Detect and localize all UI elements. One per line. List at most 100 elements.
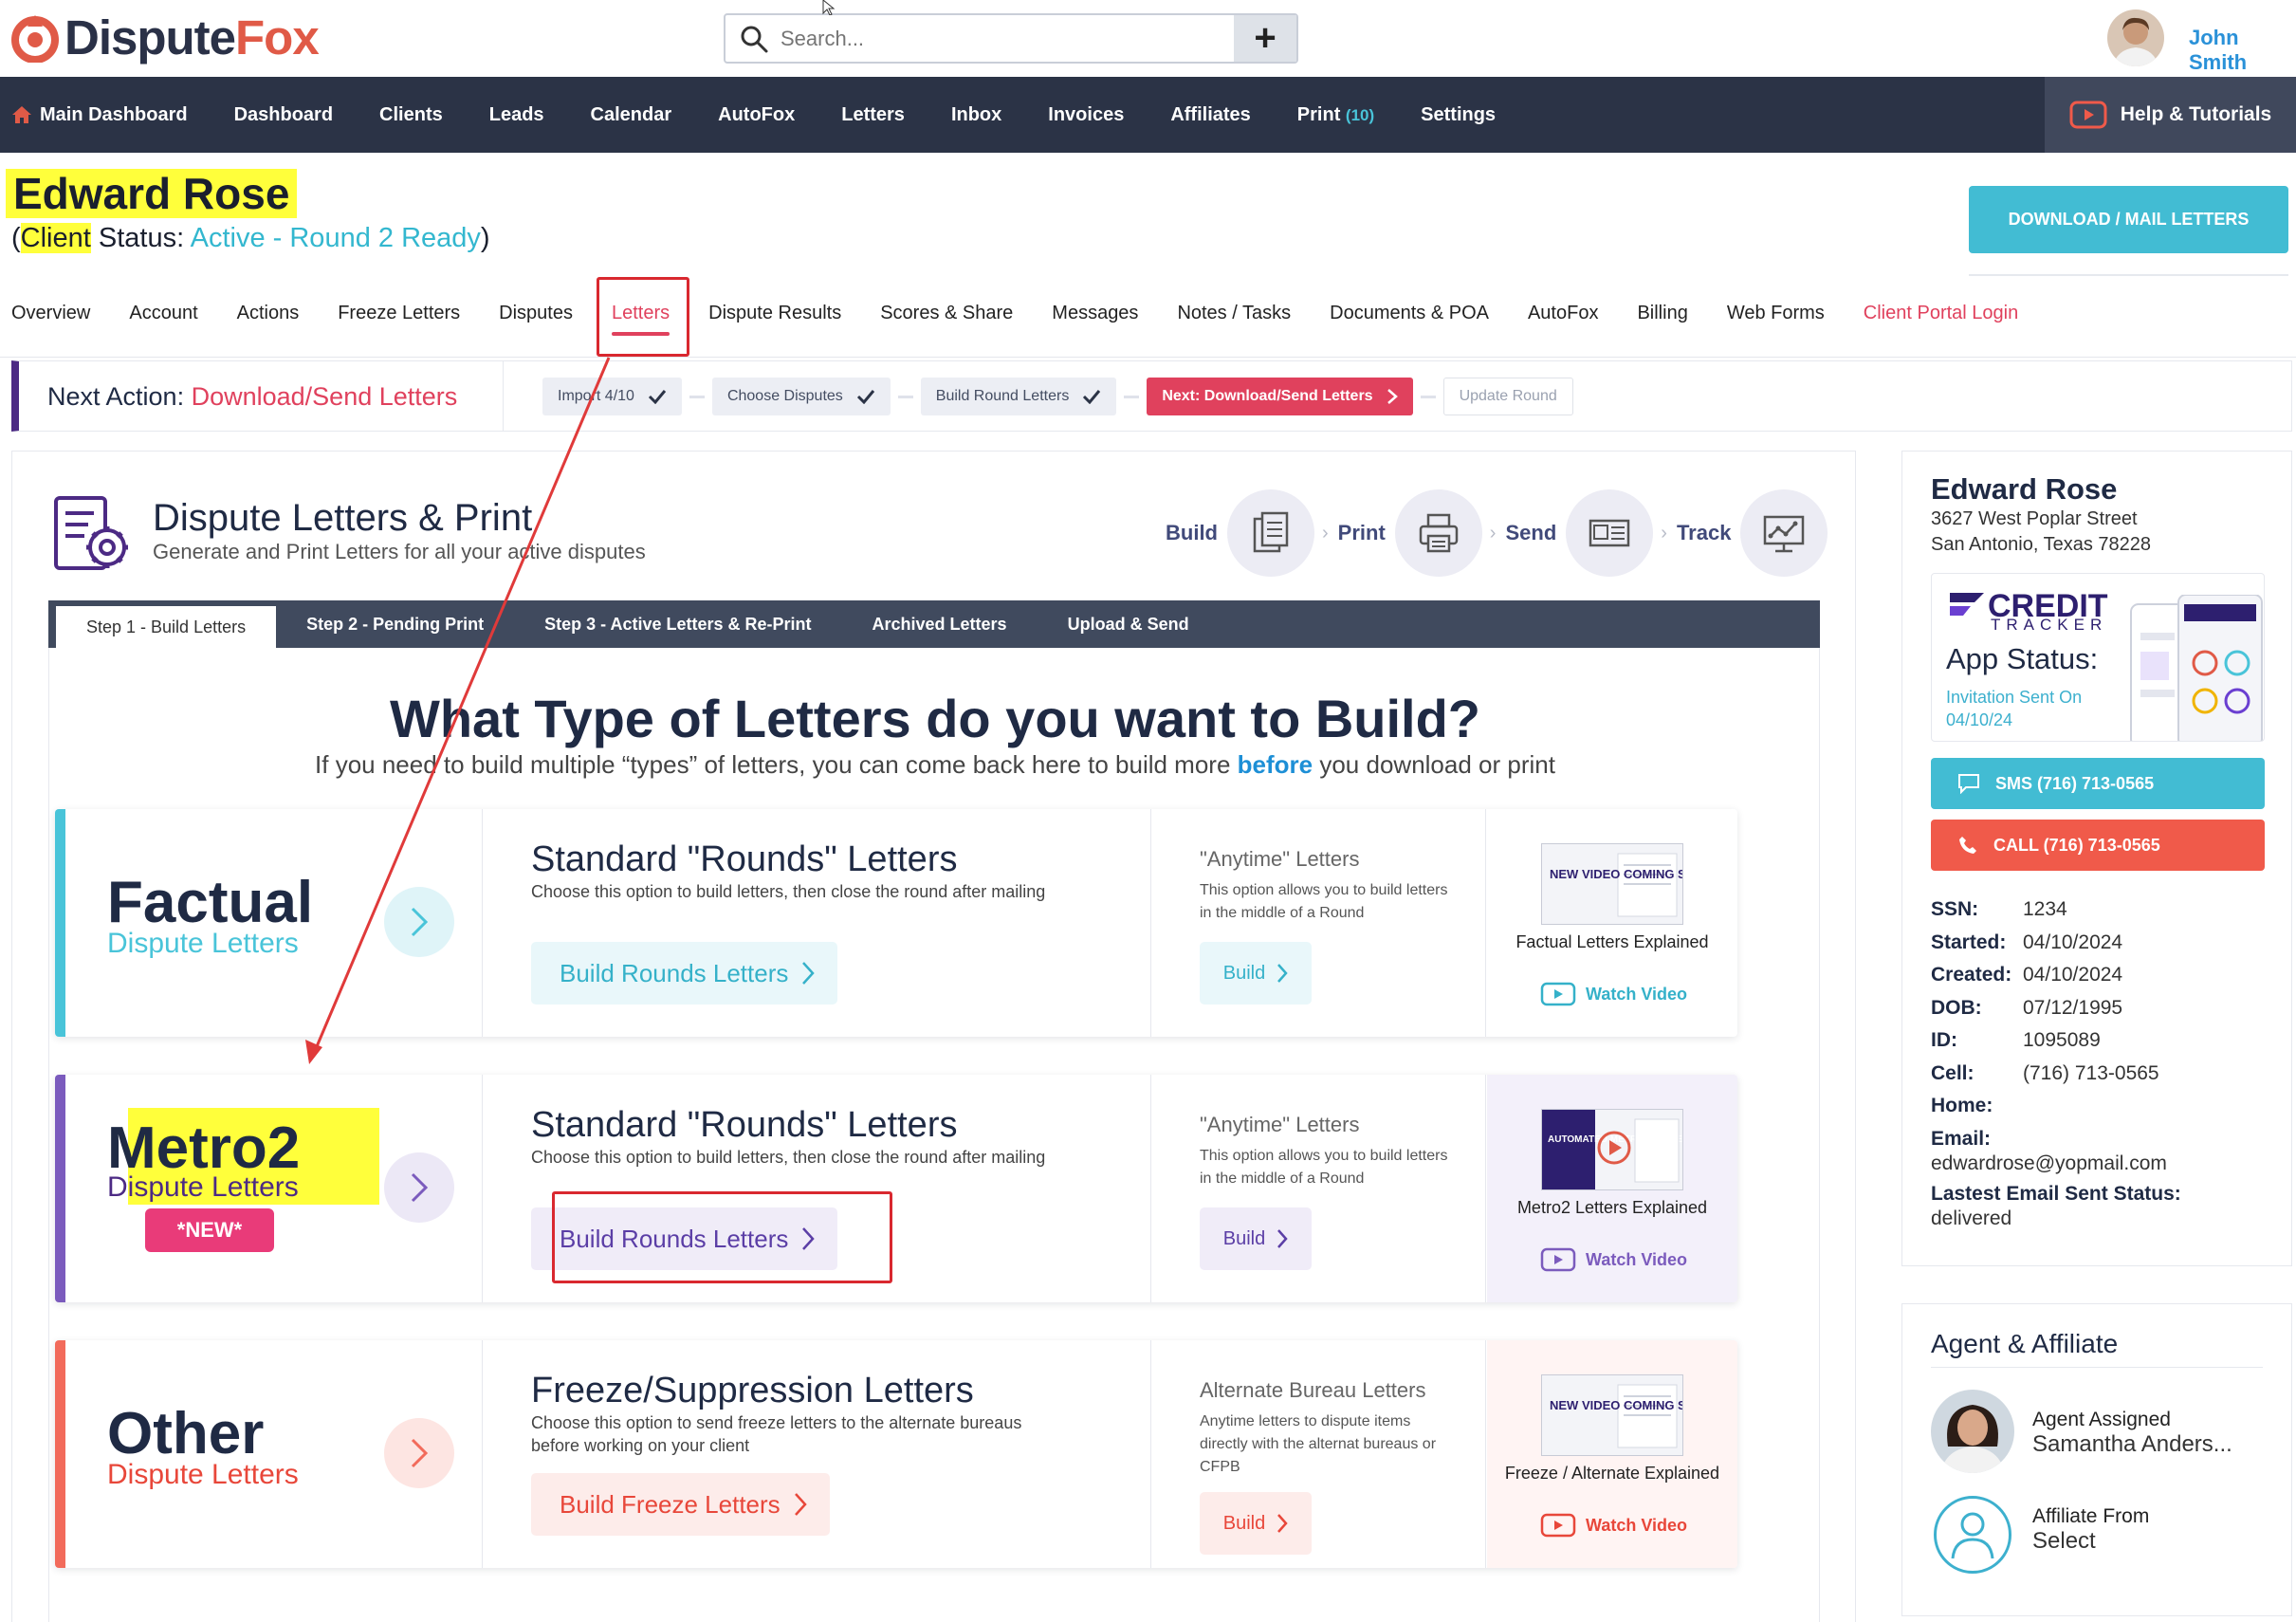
affiliate-from-label: Affiliate From: [2032, 1505, 2150, 1527]
build-freeze-letters-button[interactable]: Build Freeze Letters: [531, 1473, 830, 1536]
button-label: Build: [1222, 1512, 1266, 1534]
card-video-section: AUTOMATED METRO2 LETTERS Metro2 Letters …: [1487, 1075, 1737, 1302]
user-avatar[interactable]: [2107, 9, 2164, 66]
tab-disputes[interactable]: Disputes: [499, 303, 573, 324]
credit-tracker-card[interactable]: CREDIT TRACKER App Status: Invitation Se…: [1931, 573, 2265, 742]
call-button[interactable]: CALL (716) 713-0565: [1931, 820, 2265, 871]
card-type-title: Factual: [107, 870, 314, 935]
card-go-button[interactable]: [384, 1418, 454, 1488]
subtab-active-letters[interactable]: Step 3 - Active Letters & Re-Print: [514, 600, 841, 648]
brand-tracker: TRACKER: [1991, 616, 2108, 634]
sms-button[interactable]: SMS (716) 713-0565: [1931, 758, 2265, 809]
card-accent-bar: [55, 809, 65, 1037]
tab-messages[interactable]: Messages: [1052, 303, 1138, 324]
nav-settings[interactable]: Settings: [1421, 104, 1496, 126]
email-value[interactable]: edwardrose@yopmail.com: [1931, 1152, 2167, 1174]
watch-video-link[interactable]: Watch Video: [1540, 1513, 1687, 1538]
documents-icon: [1253, 511, 1289, 553]
nav-dashboard[interactable]: Dashboard: [234, 104, 333, 126]
chevron-right-icon: [1387, 389, 1398, 404]
tab-billing[interactable]: Billing: [1637, 303, 1687, 324]
subtab-upload-send[interactable]: Upload & Send: [1038, 600, 1220, 648]
user-photo-icon: [2107, 9, 2164, 66]
letters-tab-highlight-box: [597, 277, 689, 357]
search-input[interactable]: [781, 26, 1198, 51]
build-rounds-letters-button[interactable]: Build Rounds Letters: [531, 942, 838, 1005]
step-import[interactable]: Import 4/10: [542, 378, 682, 415]
card-anytime-section: "Anytime" Letters This option allows you…: [1152, 809, 1486, 1037]
tab-dispute-results[interactable]: Dispute Results: [708, 303, 841, 324]
tab-web-forms[interactable]: Web Forms: [1727, 303, 1825, 324]
help-tutorials-button[interactable]: Help & Tutorials: [2045, 77, 2296, 153]
card-go-button[interactable]: [384, 1152, 454, 1223]
video-thumbnail[interactable]: NEW VIDEO COMING SOON!: [1541, 1374, 1683, 1456]
card-type-title: Metro2: [107, 1115, 301, 1181]
nav-print[interactable]: Print (10): [1297, 104, 1374, 126]
tab-notes-tasks[interactable]: Notes / Tasks: [1177, 303, 1291, 324]
chevron-right-icon: ›: [1322, 522, 1329, 544]
client-status-value: Active - Round 2 Ready: [190, 223, 481, 253]
card-type-subtitle: Dispute Letters: [107, 928, 299, 959]
tab-autofox[interactable]: AutoFox: [1528, 303, 1598, 324]
home-icon: [12, 106, 31, 123]
card-go-button[interactable]: [384, 887, 454, 957]
step-build-round-letters[interactable]: Build Round Letters: [920, 378, 1117, 415]
video-thumbnail[interactable]: NEW VIDEO COMING SOON!: [1541, 843, 1683, 925]
nav-main-dashboard[interactable]: Main Dashboard: [11, 104, 188, 126]
tab-account[interactable]: Account: [129, 303, 197, 324]
subtab-archived-letters[interactable]: Archived Letters: [842, 600, 1038, 648]
anytime-title: "Anytime" Letters: [1200, 847, 1360, 871]
download-mail-letters-button[interactable]: DOWNLOAD / MAIL LETTERS: [1969, 186, 2288, 253]
watch-video-link[interactable]: Watch Video: [1540, 1247, 1687, 1272]
build-anytime-button[interactable]: Build: [1200, 1207, 1312, 1270]
step-connector: [1124, 395, 1140, 398]
nav-inbox[interactable]: Inbox: [951, 104, 1001, 126]
affiliate-user-icon: [1934, 1496, 2011, 1574]
agent-assigned-value[interactable]: Samantha Anders...: [2032, 1431, 2232, 1458]
watch-video-link[interactable]: Watch Video: [1540, 982, 1687, 1006]
build-anytime-button[interactable]: Build: [1200, 942, 1312, 1005]
logo-text: DisputeFox: [64, 10, 320, 65]
rounds-description: Choose this option to build letters, the…: [531, 1148, 1046, 1167]
affiliate-from-value[interactable]: Select: [2032, 1528, 2096, 1555]
chevron-right-icon: [411, 1172, 429, 1203]
watch-label: Watch Video: [1586, 1515, 1688, 1535]
tab-actions[interactable]: Actions: [237, 303, 300, 324]
info-row-started: Started: 04/10/2024: [1931, 931, 2123, 953]
main-navigation: Main Dashboard Dashboard Clients Leads C…: [0, 77, 2296, 153]
subtab-build-letters[interactable]: Step 1 - Build Letters: [56, 606, 277, 648]
user-name[interactable]: John Smith: [2189, 26, 2296, 75]
step-update-round[interactable]: Update Round: [1442, 378, 1573, 415]
card-type: Metro2 Dispute Letters: [65, 1075, 483, 1302]
next-action-value[interactable]: Download/Send Letters: [192, 382, 458, 411]
build-question-hint: If you need to build multiple “types” of…: [315, 750, 1555, 779]
nav-calendar[interactable]: Calendar: [591, 104, 672, 126]
disputefox-logo[interactable]: DisputeFox: [11, 9, 320, 65]
subtab-pending-print[interactable]: Step 2 - Pending Print: [276, 600, 514, 648]
phone-icon: [1959, 837, 1976, 854]
tab-scores-share[interactable]: Scores & Share: [880, 303, 1013, 324]
step-choose-disputes[interactable]: Choose Disputes: [711, 378, 891, 415]
nav-invoices[interactable]: Invoices: [1048, 104, 1124, 126]
tab-freeze-letters[interactable]: Freeze Letters: [338, 303, 460, 324]
build-alternate-button[interactable]: Build: [1200, 1492, 1312, 1555]
tab-documents-poa[interactable]: Documents & POA: [1330, 303, 1489, 324]
step-download-send-letters[interactable]: Next: Download/Send Letters: [1147, 378, 1413, 415]
nav-clients[interactable]: Clients: [379, 104, 443, 126]
letter-settings-icon: [54, 496, 128, 570]
tab-overview[interactable]: Overview: [11, 303, 90, 324]
nav-autofox[interactable]: AutoFox: [718, 104, 795, 126]
nav-letters[interactable]: Letters: [841, 104, 905, 126]
video-thumbnail[interactable]: AUTOMATED METRO2 LETTERS: [1541, 1109, 1683, 1190]
card-type-title: Other: [107, 1401, 265, 1466]
tab-client-portal-login[interactable]: Client Portal Login: [1864, 303, 2018, 324]
add-button[interactable]: +: [1234, 15, 1296, 62]
mouse-cursor-icon: [822, 0, 836, 15]
nav-affiliates[interactable]: Affiliates: [1170, 104, 1250, 126]
flow-track-label: Track: [1676, 521, 1732, 544]
track-circle: [1740, 489, 1828, 577]
profile-name: Edward Rose: [1931, 472, 2118, 506]
button-label: Build: [1222, 962, 1266, 984]
nav-leads[interactable]: Leads: [489, 104, 544, 126]
anytime-description: This option allows you to build letters …: [1200, 882, 1448, 921]
